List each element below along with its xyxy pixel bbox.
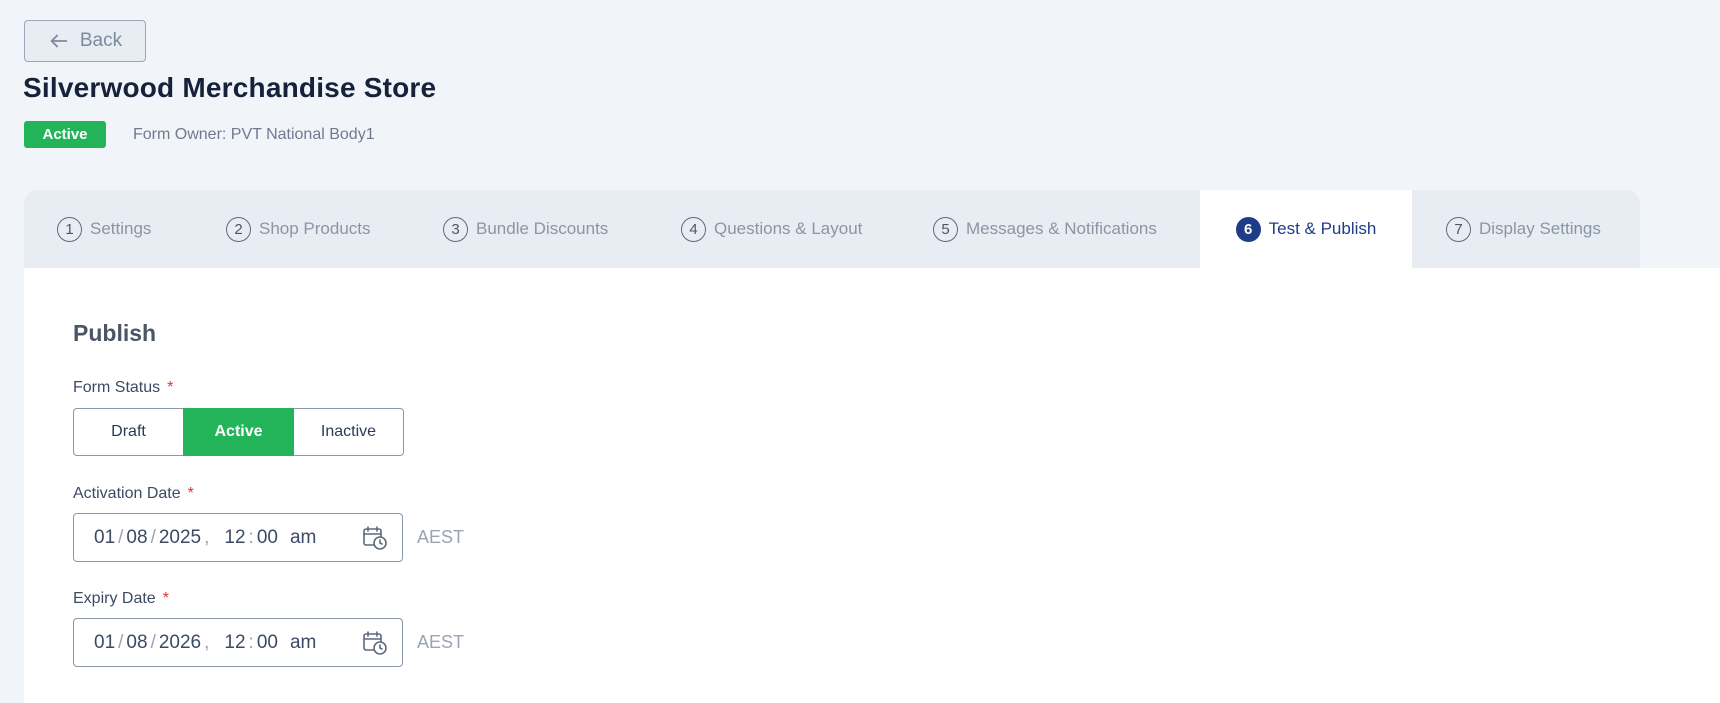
ampm-field[interactable]: am [290, 527, 316, 549]
tab-label: Messages & Notifications [966, 219, 1157, 238]
year-field[interactable]: 2026 [159, 632, 201, 654]
form-status-label-text: Form Status [73, 379, 161, 396]
form-status-toggle: Draft Active Inactive [73, 408, 404, 456]
tab-label: Display Settings [1479, 219, 1601, 238]
calendar-clock-icon[interactable] [362, 630, 388, 656]
tab-test-publish[interactable]: 6 Test & Publish [1200, 190, 1412, 268]
expiry-date-label: Expiry Date * [73, 590, 169, 608]
minute-field[interactable]: 00 [257, 527, 278, 549]
status-option-inactive[interactable]: Inactive [293, 408, 404, 456]
expiry-timezone: AEST [417, 632, 465, 652]
day-field[interactable]: 01 [94, 527, 115, 549]
required-mark: * [167, 379, 174, 396]
form-status-label: Form Status * [73, 379, 173, 397]
activation-timezone: AEST [417, 527, 465, 547]
page-title: Silverwood Merchandise Store [23, 72, 437, 103]
step-number: 3 [443, 216, 468, 242]
tab-questions-layout[interactable]: 4 Questions & Layout [681, 190, 862, 268]
month-field[interactable]: 08 [126, 527, 147, 549]
step-tabs: 1 Settings 2 Shop Products 3 Bundle Disc… [24, 190, 1640, 268]
arrow-left-icon [50, 34, 68, 48]
form-owner-label: Form Owner: [133, 126, 227, 143]
calendar-clock-icon[interactable] [362, 525, 388, 551]
day-field[interactable]: 01 [94, 632, 115, 654]
required-mark: * [162, 590, 169, 607]
tab-label: Settings [90, 219, 152, 238]
status-option-draft[interactable]: Draft [73, 408, 184, 456]
step-number: 1 [57, 216, 82, 242]
step-number: 4 [681, 216, 706, 242]
month-field[interactable]: 08 [126, 632, 147, 654]
year-field[interactable]: 2025 [159, 527, 201, 549]
form-owner: Form Owner: PVT National Body1 [133, 126, 375, 144]
back-button-label: Back [79, 30, 123, 51]
step-number: 2 [226, 216, 251, 242]
status-badge: Active [24, 121, 106, 148]
tab-display-settings[interactable]: 7 Display Settings [1446, 190, 1601, 268]
tab-label: Test & Publish [1268, 219, 1377, 238]
tab-label: Questions & Layout [714, 219, 863, 238]
hour-field[interactable]: 12 [224, 527, 245, 549]
tab-shop-products[interactable]: 2 Shop Products [226, 190, 371, 268]
tab-messages-notifications[interactable]: 5 Messages & Notifications [933, 190, 1157, 268]
status-option-active[interactable]: Active [183, 408, 294, 456]
section-title: Publish [73, 320, 157, 346]
activation-date-input[interactable]: 01/08/2025, 12:00 am [73, 513, 403, 562]
step-number: 6 [1235, 216, 1261, 242]
tab-label: Bundle Discounts [476, 219, 609, 238]
form-owner-value: PVT National Body1 [230, 126, 375, 143]
tab-bundle-discounts[interactable]: 3 Bundle Discounts [443, 190, 608, 268]
tab-label: Shop Products [259, 219, 371, 238]
back-button[interactable]: Back [24, 20, 146, 62]
hour-field[interactable]: 12 [224, 632, 245, 654]
step-number: 5 [933, 216, 958, 242]
minute-field[interactable]: 00 [257, 632, 278, 654]
publish-panel: Publish Form Status * Draft Active Inacti… [24, 268, 1720, 703]
activation-date-label: Activation Date * [73, 485, 194, 503]
ampm-field[interactable]: am [290, 632, 316, 654]
expiry-date-label-text: Expiry Date [73, 590, 156, 607]
required-mark: * [187, 485, 194, 502]
tab-settings[interactable]: 1 Settings [57, 190, 151, 268]
activation-date-label-text: Activation Date [73, 485, 181, 502]
step-number: 7 [1446, 216, 1471, 242]
expiry-date-input[interactable]: 01/08/2026, 12:00 am [73, 618, 403, 667]
